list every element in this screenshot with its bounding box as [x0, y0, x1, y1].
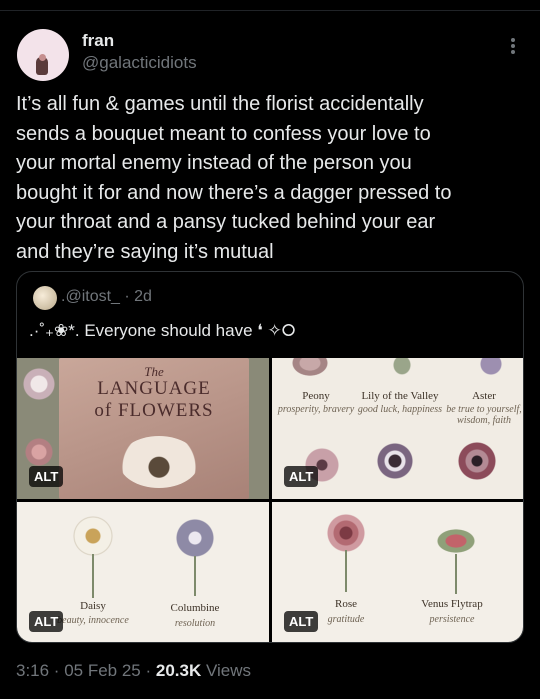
pansy-white-illustration [376, 442, 414, 480]
quote-text: .·˚₊❀*. Everyone should have ❛ ✧⭘ [29, 321, 296, 340]
media-image-book[interactable]: The LANGUAGE of FLOWERS ALT [17, 358, 269, 499]
peony-illustration [292, 358, 328, 376]
poppy-illustration [119, 436, 199, 488]
media-image-flowers-1[interactable]: Peony prosperity, bravery Lily of the Va… [272, 358, 523, 499]
rose-illustration [326, 514, 366, 552]
flower-meaning: gratitude [327, 614, 365, 625]
views-label: Views [201, 661, 252, 680]
daisy-stem [92, 554, 94, 598]
book-title-of-flowers: of FLOWERS [94, 400, 214, 421]
flower-name: Rose [335, 598, 357, 610]
author-name[interactable]: fran [82, 31, 114, 51]
avatar[interactable] [17, 29, 69, 81]
flower-name: Peony [302, 390, 330, 402]
top-divider [0, 0, 540, 11]
flower-meaning: beauty, innocence [57, 615, 129, 626]
flower-left-illustration [23, 368, 55, 400]
more-options-icon[interactable] [506, 38, 520, 58]
quoted-tweet[interactable]: .@itost_ · 2d .·˚₊❀*. Everyone should ha… [16, 271, 524, 643]
media-grid: The LANGUAGE of FLOWERS ALT Peony prospe… [17, 358, 523, 642]
quote-handle[interactable]: .@itost_ · 2d [61, 288, 152, 306]
alt-badge[interactable]: ALT [29, 611, 64, 632]
avatar-head [39, 54, 46, 61]
aster-illustration [477, 358, 505, 376]
alt-badge[interactable]: ALT [284, 466, 319, 487]
flytrap-stem [455, 554, 457, 594]
flower-meaning: good luck, happiness [357, 404, 443, 415]
flower-meaning: persistence [429, 614, 475, 625]
views-count[interactable]: 20.3K [156, 661, 201, 680]
columbine-stem [194, 556, 196, 596]
flower-meaning: prosperity, bravery [277, 404, 355, 415]
flower-meaning: resolution [174, 618, 216, 629]
flower-meaning: be true to yourself, wisdom, faith [446, 404, 522, 426]
alt-badge[interactable]: ALT [284, 611, 319, 632]
media-image-flowers-2[interactable]: Daisy beauty, innocence Columbine resolu… [17, 502, 269, 642]
timestamp[interactable]: 3:16 · 05 Feb 25 · [16, 661, 156, 680]
flower-name: Aster [472, 390, 496, 402]
rose-stem [345, 550, 347, 592]
media-image-flowers-3[interactable]: Rose gratitude Venus Flytrap persistence… [272, 502, 523, 642]
flower-name: Lily of the Valley [361, 390, 439, 402]
flower-name: Columbine [170, 602, 220, 614]
flytrap-illustration [432, 526, 480, 556]
daisy-illustration [73, 516, 113, 556]
tweet-meta: 3:16 · 05 Feb 25 · 20.3K Views [16, 661, 251, 681]
pansy-red-illustration [458, 442, 496, 480]
tweet-text: It’s all fun & games until the florist a… [16, 93, 452, 263]
book-title-language: LANGUAGE [97, 378, 211, 399]
flower-left2-illustration [25, 438, 53, 466]
alt-badge[interactable]: ALT [29, 466, 64, 487]
quote-avatar[interactable] [33, 286, 57, 310]
flower-name: Venus Flytrap [421, 598, 483, 610]
author-handle[interactable]: @galacticidiots [82, 53, 197, 73]
book-cover: The LANGUAGE of FLOWERS [59, 358, 249, 499]
lily-illustration [392, 358, 412, 376]
flower-name: Daisy [80, 600, 106, 612]
columbine-illustration [173, 518, 217, 558]
